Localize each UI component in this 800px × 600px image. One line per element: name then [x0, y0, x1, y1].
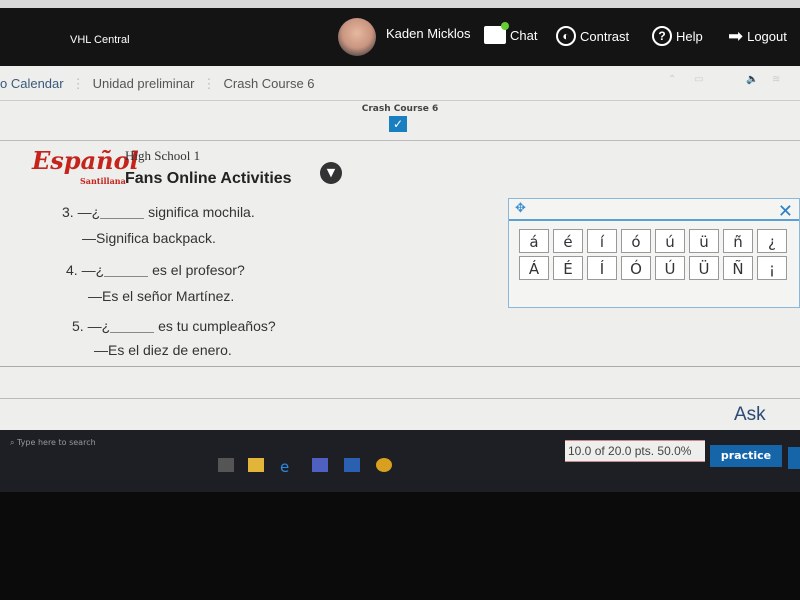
- teams-icon[interactable]: [312, 458, 328, 472]
- section-checkbox[interactable]: ✓: [389, 116, 407, 132]
- brand[interactable]: VHL Central: [70, 34, 130, 46]
- accent-key[interactable]: ú: [655, 229, 685, 253]
- breadcrumb-unidad[interactable]: Unidad preliminar: [93, 76, 195, 92]
- task-view-icon[interactable]: [218, 458, 234, 472]
- logout-icon: ➡: [728, 26, 744, 46]
- logout-button[interactable]: ➡ Logout: [728, 26, 787, 47]
- divider: [0, 366, 800, 367]
- top-nav: VHL Central Kaden Micklos Chat ◐ Contrast…: [0, 8, 800, 66]
- accent-key[interactable]: ó: [621, 229, 651, 253]
- level-label: High School 1: [125, 148, 201, 163]
- accent-key[interactable]: ¡: [757, 256, 787, 280]
- wifi-icon[interactable]: ≋: [772, 74, 780, 85]
- tray-chevron-icon[interactable]: ⌃: [668, 74, 676, 85]
- chat-button[interactable]: Chat: [484, 22, 538, 44]
- divider: [0, 100, 800, 101]
- edge-icon[interactable]: e: [280, 458, 296, 476]
- accent-key[interactable]: ¿: [757, 229, 787, 253]
- q-num: 5. —¿: [72, 318, 111, 334]
- practice-button[interactable]: practice: [710, 445, 782, 467]
- accent-key[interactable]: á: [519, 229, 549, 253]
- q-text: es tu cumpleaños?: [158, 318, 276, 334]
- user-label: Kaden Micklos: [386, 26, 471, 41]
- help-button[interactable]: ? Help: [652, 26, 703, 46]
- q-text: significa mochila.: [148, 204, 255, 220]
- taskbar-search[interactable]: ⌕ Type here to search: [10, 438, 96, 448]
- activities-title: Fans Online Activities: [125, 170, 292, 187]
- accent-key[interactable]: Ü: [689, 256, 719, 280]
- breadcrumb: o Calendar ⋮ Unidad preliminar ⋮ Crash Cou…: [0, 76, 315, 92]
- main-page: o Calendar ⋮ Unidad preliminar ⋮ Crash Cou…: [0, 66, 800, 447]
- chrome-icon[interactable]: [376, 458, 392, 472]
- answer-blank[interactable]: [100, 207, 145, 219]
- accent-key[interactable]: Ó: [621, 256, 651, 280]
- taskbar: ⌕ Type here to search 10.0 of 20.0 pts. …: [0, 430, 800, 492]
- close-icon[interactable]: ✕: [778, 201, 793, 222]
- volume-icon[interactable]: 🔈: [746, 74, 758, 85]
- breadcrumb-sep: ⋮: [71, 76, 85, 91]
- q-num: 4. —¿: [66, 262, 105, 278]
- next-button[interactable]: [788, 447, 800, 469]
- question-3: 3. —¿ significa mochila.: [62, 204, 255, 220]
- key-grid: á é í ó ú ü ñ ¿ Á É Í Ó Ú Ü Ñ ¡: [509, 221, 799, 288]
- chat-label: Chat: [510, 27, 538, 43]
- accent-key[interactable]: ü: [689, 229, 719, 253]
- logout-label: Logout: [747, 29, 787, 44]
- breadcrumb-crash-course: Crash Course 6: [223, 76, 315, 91]
- keyboard-titlebar[interactable]: ✥ ✕: [509, 199, 799, 222]
- accent-keyboard: ✥ ✕ á é í ó ú ü ñ ¿ Á É Í Ó Ú Ü Ñ ¡: [508, 198, 800, 308]
- help-label: Help: [676, 28, 703, 44]
- q-num: 3. —¿: [62, 204, 101, 220]
- accent-key[interactable]: Ú: [655, 256, 685, 280]
- browser-strip: [0, 0, 800, 8]
- user-name[interactable]: Kaden Micklos: [386, 26, 471, 41]
- accent-key[interactable]: É: [553, 256, 583, 280]
- contrast-icon: ◐: [556, 26, 576, 46]
- word-icon[interactable]: [344, 458, 360, 472]
- accent-key[interactable]: Í: [587, 256, 617, 280]
- breadcrumb-calendar[interactable]: o Calendar: [0, 76, 64, 92]
- file-explorer-icon[interactable]: [248, 458, 264, 472]
- divider: [0, 140, 800, 141]
- avatar[interactable]: [338, 18, 376, 56]
- search-placeholder: Type here to search: [17, 438, 96, 447]
- logo-sub: Santillana: [80, 176, 126, 186]
- breadcrumb-sep: ⋮: [202, 76, 216, 91]
- chevron-down-icon[interactable]: ▼: [320, 162, 342, 184]
- chat-icon: [484, 22, 509, 44]
- score-display: 10.0 of 20.0 pts. 50.0%: [565, 440, 705, 462]
- q-text: es el profesor?: [152, 262, 245, 278]
- question-5: 5. —¿ es tu cumpleaños?: [72, 318, 276, 334]
- accent-key[interactable]: Ñ: [723, 256, 753, 280]
- section-title: Crash Course 6: [361, 104, 439, 114]
- logo-text: Español: [32, 146, 139, 175]
- help-icon: ?: [652, 26, 672, 46]
- accent-key[interactable]: é: [553, 229, 583, 253]
- move-icon[interactable]: ✥: [515, 201, 526, 216]
- answer-blank[interactable]: [110, 321, 155, 333]
- espanol-logo: Español Santillana: [32, 146, 139, 186]
- answer-5: —Es el diez de enero.: [94, 342, 232, 358]
- contrast-button[interactable]: ◐ Contrast: [556, 26, 629, 46]
- answer-3: —Significa backpack.: [82, 230, 216, 246]
- answer-blank[interactable]: [104, 265, 149, 277]
- contrast-label: Contrast: [580, 28, 630, 44]
- accent-key[interactable]: ñ: [723, 229, 753, 253]
- divider: [0, 398, 800, 399]
- answer-4: —Es el señor Martínez.: [88, 288, 235, 304]
- accent-key[interactable]: í: [587, 229, 617, 253]
- accent-key[interactable]: Á: [519, 256, 549, 280]
- question-4: 4. —¿ es el profesor?: [66, 262, 245, 278]
- battery-icon[interactable]: ▭: [694, 74, 703, 85]
